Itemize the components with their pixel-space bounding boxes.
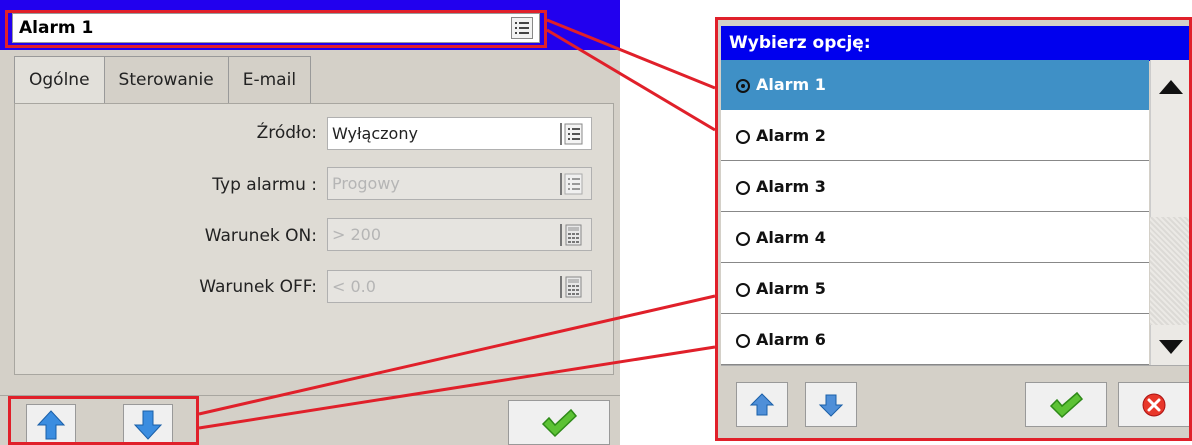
callout-connectors [198, 18, 716, 430]
